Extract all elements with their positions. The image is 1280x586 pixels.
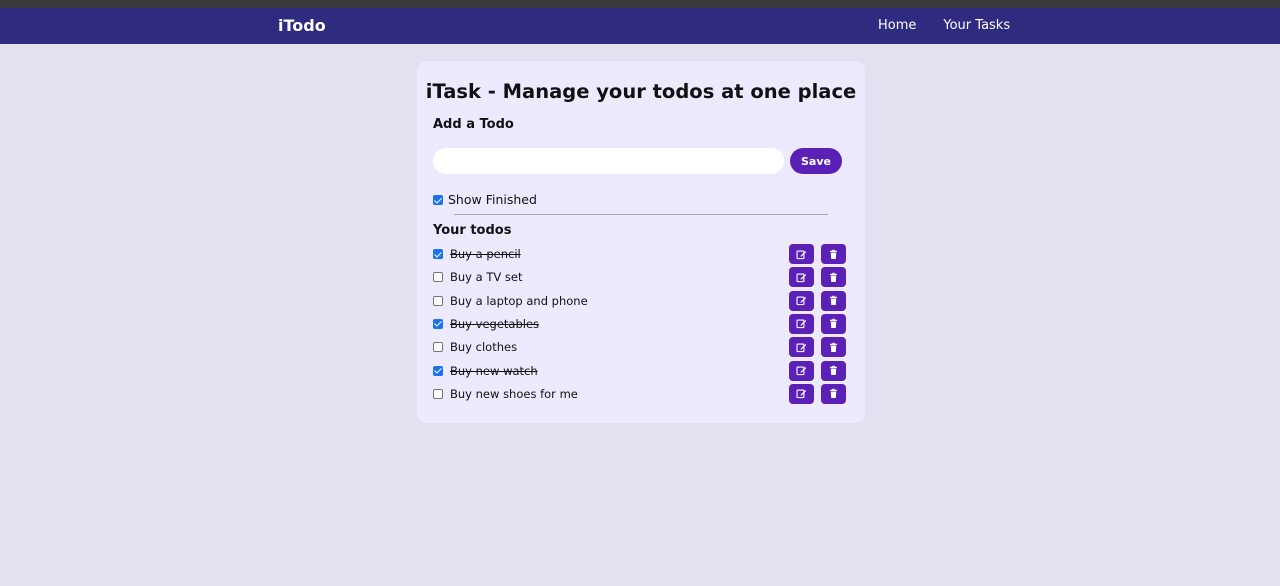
todo-checkbox[interactable]: [433, 342, 443, 353]
todo-text: Buy a laptop and phone: [450, 293, 588, 308]
show-finished-label: Show Finished: [448, 192, 537, 207]
show-finished-checkbox[interactable]: [433, 195, 443, 205]
todo-item-main: Buy a pencil: [433, 244, 521, 264]
delete-button[interactable]: [821, 383, 846, 404]
todo-item: Buy a TV set: [433, 267, 846, 288]
trash-icon: [830, 319, 837, 329]
todo-text: Buy new shoes for me: [450, 386, 578, 401]
add-todo-label: Add a Todo: [433, 117, 514, 132]
todo-checkbox[interactable]: [433, 318, 443, 329]
todo-text: Buy a pencil: [450, 247, 521, 261]
todo-text: Buy new watch: [450, 363, 538, 378]
edit-icon: [796, 389, 807, 399]
delete-button[interactable]: [821, 244, 846, 264]
todo-item-main: Buy new watch: [433, 361, 538, 381]
todo-item: Buy vegetables: [433, 313, 846, 334]
nav-links: Home Your Tasks: [878, 17, 1010, 35]
edit-button[interactable]: [789, 383, 814, 404]
edit-icon: [796, 343, 807, 352]
trash-icon: [830, 295, 837, 306]
todos-heading: Your todos: [433, 223, 512, 238]
delete-button[interactable]: [821, 337, 846, 358]
todo-item-main: Buy a TV set: [433, 267, 522, 287]
todo-item: Buy clothes: [433, 337, 846, 358]
delete-button[interactable]: [821, 267, 846, 288]
save-button[interactable]: Save: [790, 148, 842, 174]
todo-item-main: Buy a laptop and phone: [433, 291, 588, 311]
todo-checkbox[interactable]: [433, 272, 443, 283]
edit-button[interactable]: [789, 337, 814, 358]
page-title: iTask - Manage your todos at one place: [425, 80, 857, 103]
window-top-strip: [0, 0, 1280, 8]
divider: [454, 214, 828, 215]
todo-item-main: Buy vegetables: [433, 314, 539, 334]
todo-checkbox[interactable]: [433, 249, 443, 259]
edit-icon: [796, 273, 807, 282]
trash-icon: [830, 272, 837, 282]
edit-icon: [796, 296, 807, 306]
delete-button[interactable]: [821, 360, 846, 381]
todo-item: Buy a laptop and phone: [433, 290, 846, 311]
trash-icon: [830, 249, 837, 259]
navbar: iTodo Home Your Tasks: [0, 8, 1280, 44]
todo-checkbox[interactable]: [433, 388, 443, 399]
todo-checkbox[interactable]: [433, 365, 443, 376]
todo-item-main: Buy new shoes for me: [433, 384, 578, 404]
edit-button[interactable]: [789, 290, 814, 311]
edit-icon: [796, 250, 807, 259]
todo-text: Buy a TV set: [450, 270, 523, 285]
edit-icon: [796, 366, 807, 376]
edit-button[interactable]: [789, 244, 814, 264]
delete-button[interactable]: [821, 313, 846, 334]
show-finished-toggle[interactable]: Show Finished: [433, 192, 537, 208]
edit-button[interactable]: [789, 267, 814, 288]
trash-icon: [830, 365, 837, 375]
brand-logo[interactable]: iTodo: [278, 16, 326, 36]
todo-input[interactable]: [433, 148, 784, 174]
todo-card: iTask - Manage your todos at one place A…: [417, 61, 865, 423]
edit-button[interactable]: [789, 360, 814, 381]
todo-item: Buy a pencil: [433, 244, 846, 264]
edit-icon: [796, 319, 807, 329]
todo-item: Buy new watch: [433, 360, 846, 381]
delete-button[interactable]: [821, 290, 846, 311]
edit-button[interactable]: [789, 313, 814, 334]
todo-checkbox[interactable]: [433, 295, 443, 306]
nav-link-home[interactable]: Home: [878, 17, 916, 35]
trash-icon: [830, 389, 837, 399]
todo-text: Buy vegetables: [450, 316, 540, 331]
trash-icon: [830, 342, 837, 352]
todo-item-main: Buy clothes: [433, 337, 517, 357]
nav-link-your-tasks[interactable]: Your Tasks: [943, 17, 1010, 35]
todo-item: Buy new shoes for me: [433, 383, 846, 404]
todo-text: Buy clothes: [450, 340, 518, 355]
